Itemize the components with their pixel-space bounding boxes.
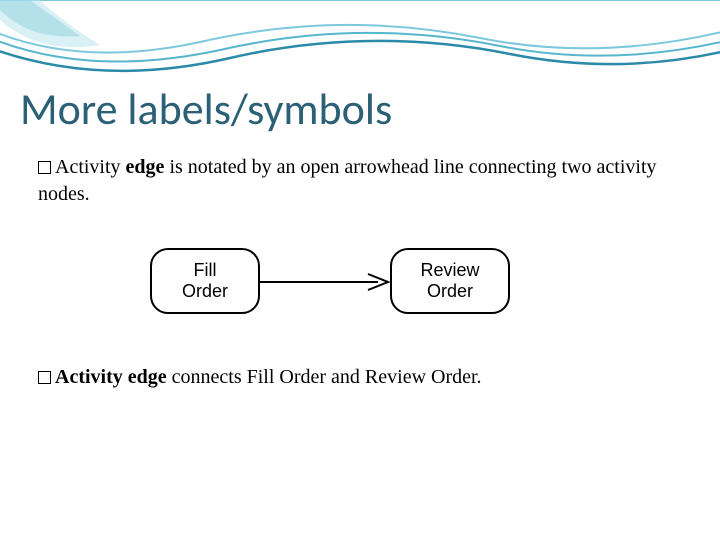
activity-edge-arrow — [260, 272, 390, 292]
text-activity-edge-bold: Activity edge — [55, 366, 167, 388]
text-example-rest: connects Fill Order and Review Order. — [167, 366, 482, 388]
bullet-square-icon — [38, 371, 51, 384]
bullet-activity-edge-example: Activity edge connects Fill Order and Re… — [38, 364, 700, 391]
slide-content: More labels/symbols Activity edge is not… — [20, 82, 700, 403]
slide-title: More labels/symbols — [20, 82, 700, 136]
text-activity: Activity — [55, 156, 126, 178]
node-fill-order: Fill Order — [150, 248, 260, 314]
bullet-square-icon — [38, 161, 51, 174]
node-review-order: Review Order — [390, 248, 510, 314]
text-edge-bold: edge — [126, 156, 165, 178]
bullet-activity-edge-definition: Activity edge is notated by an open arro… — [38, 154, 700, 208]
activity-edge-diagram: Fill Order Review Order — [150, 236, 510, 336]
